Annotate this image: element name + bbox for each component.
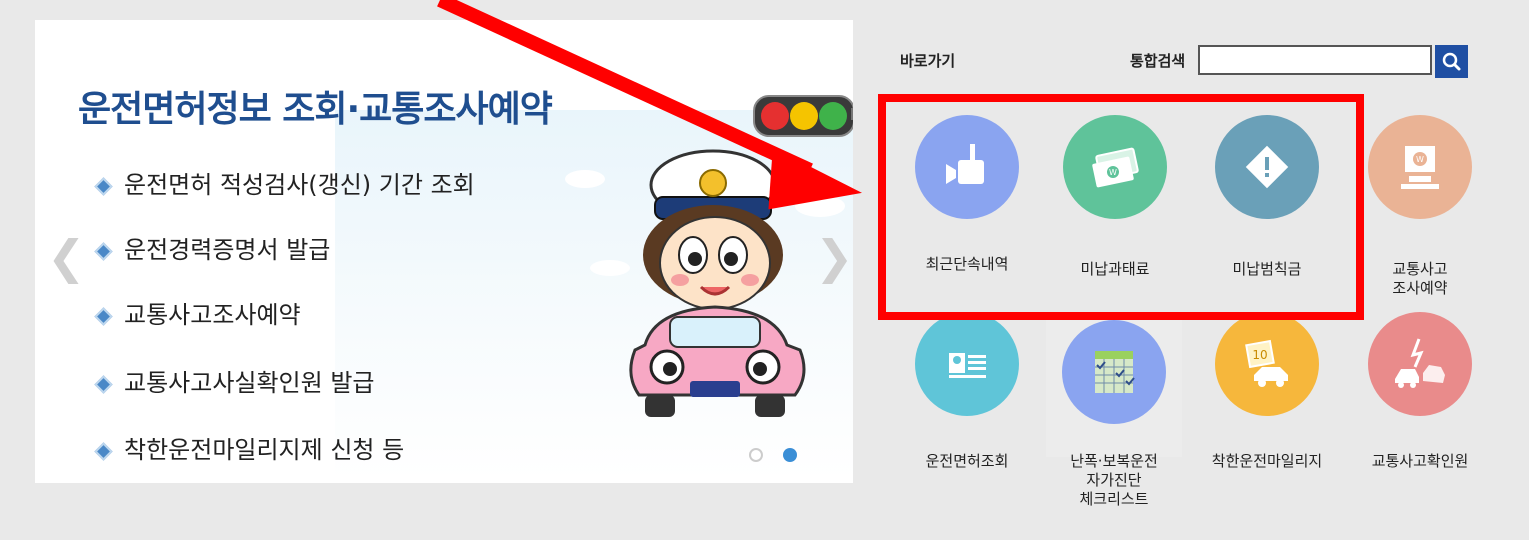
quick-menu-unpaid-penalties[interactable]: 미납범칙금 [1192,115,1342,295]
feature-item[interactable]: 교통사고사실확인원 발급 [94,363,375,398]
svg-text:W: W [1109,168,1117,177]
search-button[interactable] [1435,45,1468,78]
computer-icon: W [1401,146,1439,189]
search-input[interactable] [1198,45,1432,75]
quick-menu-label: 착한운전마일리지 [1211,452,1323,470]
money-icon: W [1092,147,1139,188]
quick-menu-aggressive-driving-checklist[interactable] [1046,312,1182,457]
quick-menu-label: 교통사고확인원 [1371,452,1469,470]
quick-links-label: 바로가기 [900,52,956,70]
feature-item[interactable]: 착한운전마일리지제 신청 등 [94,430,405,465]
traffic-pole [851,108,853,120]
diamond-bullet-icon [94,306,113,326]
feature-item[interactable]: 운전면허 적성검사(갱신) 기간 조회 [94,165,475,200]
banner-title: 운전면허정보 조회·교통조사예약 [78,89,553,130]
warning-icon [1245,145,1289,189]
svg-text:10: 10 [1252,348,1267,362]
search-label: 통합검색 [1130,52,1186,70]
camera-icon [946,144,984,184]
quick-menu-accident-investigation[interactable]: W 교통사고 조사예약 [1345,115,1495,297]
checklist-calendar-icon [1095,351,1135,393]
quick-menu-label: 미납과태료 [1080,260,1150,278]
quick-menu-accident-certificate[interactable]: 교통사고확인원 [1345,312,1495,482]
chevron-left-icon[interactable]: ❮ [47,230,86,284]
diamond-bullet-icon [94,176,113,196]
license-card-icon [949,353,986,378]
quick-menu-label: 최근단속내역 [925,255,1009,273]
quick-menu-label: 미납범칙금 [1232,260,1302,278]
police-mascot-illustration [629,149,806,417]
quick-menu-unpaid-fines[interactable]: W 미납과태료 [1040,115,1190,295]
car-crash-icon [1395,338,1445,388]
svg-text:W: W [1416,155,1424,164]
quick-menu-circle [915,115,1019,219]
traffic-light-icon [753,95,853,137]
cloud [590,260,630,276]
quick-menu-license-lookup[interactable]: 운전면허조회 [892,312,1042,482]
feature-item[interactable]: 운전경력증명서 발급 [94,230,331,265]
banner: 운전면허정보 조회·교통조사예약 운전면허 적성검사(갱신) 기간 조회 운전경… [35,20,853,483]
quick-menu-recent-violations[interactable]: 최근단속내역 [892,115,1042,295]
feature-label: 운전경력증명서 발급 [124,236,331,264]
feature-label: 교통사고조사예약 [124,301,301,329]
feature-label: 교통사고사실확인원 발급 [124,369,375,397]
feature-label: 운전면허 적성검사(갱신) 기간 조회 [124,171,475,199]
carousel-dot-2[interactable] [783,448,797,462]
search-icon [1442,52,1461,71]
mileage-car-icon: 10 [1245,339,1288,387]
quick-menu-label: 난폭·보복운전 자가진단 체크리스트 [1070,452,1158,508]
diamond-bullet-icon [94,374,113,394]
carousel-dot-1[interactable] [749,448,763,462]
quick-menu-label: 운전면허조회 [925,452,1009,470]
diamond-bullet-icon [94,241,113,261]
quick-menu-label: 교통사고 조사예약 [1392,260,1448,297]
feature-item[interactable]: 교통사고조사예약 [94,295,301,330]
cloud [565,170,605,188]
quick-menu-good-driving-mileage[interactable]: 10 착한운전마일리지 [1192,312,1342,482]
feature-label: 착한운전마일리지제 신청 등 [124,436,405,464]
diamond-bullet-icon [94,441,113,461]
